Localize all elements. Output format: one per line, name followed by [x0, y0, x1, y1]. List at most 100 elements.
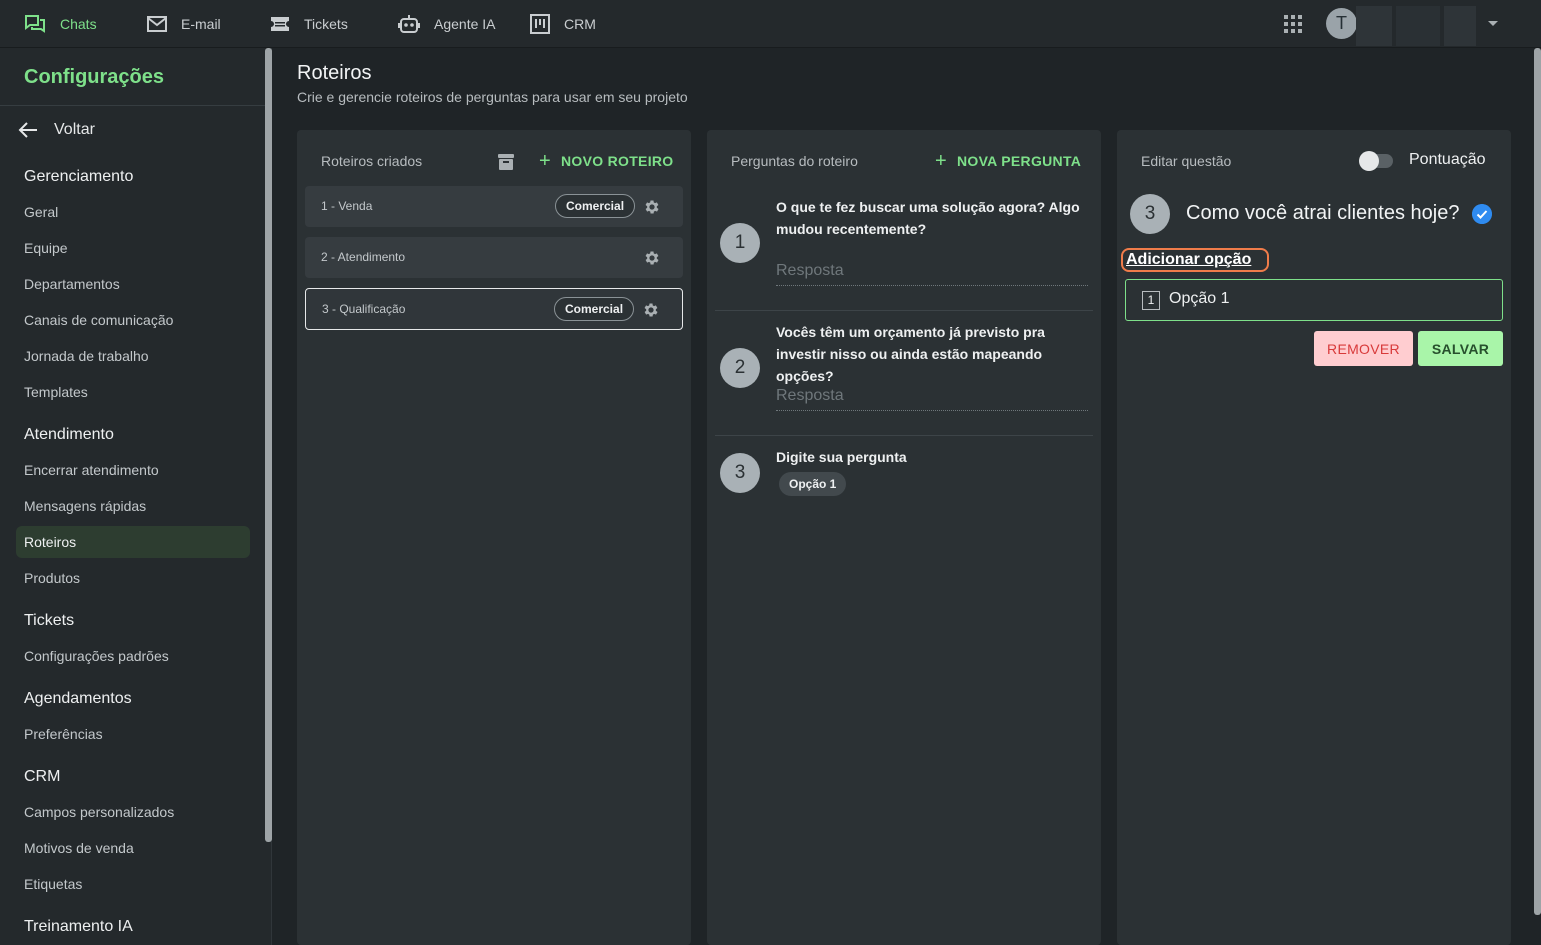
section-tickets: Tickets: [24, 612, 75, 629]
nav-email-label: E-mail: [181, 16, 221, 32]
divider: [715, 310, 1093, 311]
sidebar-item-etiquetas[interactable]: Etiquetas: [24, 876, 82, 892]
gear-icon[interactable]: [643, 249, 661, 267]
plus-icon: +: [935, 150, 947, 172]
nav-crm-label: CRM: [564, 16, 596, 32]
back-label: Voltar: [54, 121, 95, 138]
option-field[interactable]: 1 Opção 1: [1125, 279, 1503, 321]
question-number: 3: [1130, 194, 1170, 234]
chat-icon: [25, 15, 45, 33]
roteiro-item-selected[interactable]: 3 - Qualificação Comercial: [305, 288, 683, 330]
question-number: 3: [720, 453, 760, 493]
gear-icon[interactable]: [643, 198, 661, 216]
archive-icon[interactable]: [497, 153, 515, 171]
robot-icon: [398, 15, 420, 33]
nav-email[interactable]: E-mail: [147, 0, 221, 48]
sidebar-item-preferencias[interactable]: Preferências: [24, 726, 103, 742]
question-item[interactable]: 1 O que te fez buscar uma solução agora?…: [715, 196, 1093, 310]
sidebar-item-config-padroes[interactable]: Configurações padrões: [24, 648, 169, 664]
sidebar-item-departamentos[interactable]: Departamentos: [24, 276, 120, 292]
question-text: Vocês têm um orçamento já previsto pra i…: [776, 324, 1045, 384]
pontuacao-toggle[interactable]: [1359, 151, 1393, 171]
roteiro-item[interactable]: 2 - Atendimento: [305, 237, 683, 278]
back-button[interactable]: Voltar: [18, 118, 95, 142]
divider: [715, 435, 1093, 436]
sidebar-item-equipe[interactable]: Equipe: [24, 240, 68, 256]
chevron-down-icon[interactable]: [1488, 21, 1498, 26]
nova-pergunta-button[interactable]: + NOVA PERGUNTA: [935, 150, 1082, 172]
nova-pergunta-label: NOVA PERGUNTA: [956, 153, 1082, 169]
novo-roteiro-label: NOVO ROTEIRO: [560, 153, 674, 169]
toggle-knob: [1359, 151, 1379, 171]
answer-input[interactable]: Resposta: [776, 262, 1088, 286]
sidebar-item-encerrar[interactable]: Encerrar atendimento: [24, 462, 159, 478]
perguntas-header: Perguntas do roteiro: [731, 153, 858, 169]
sidebar-item-templates[interactable]: Templates: [24, 384, 88, 400]
salvar-button[interactable]: SALVAR: [1418, 331, 1503, 366]
novo-roteiro-button[interactable]: + NOVO ROTEIRO: [539, 150, 674, 172]
tag-chip: Comercial: [554, 297, 635, 321]
avatar[interactable]: T: [1326, 8, 1357, 39]
section-agendamentos: Agendamentos: [24, 690, 132, 707]
question-number: 2: [720, 348, 760, 388]
redacted-user-info: [1444, 6, 1476, 46]
sidebar-scrollbar[interactable]: [265, 48, 272, 842]
sidebar-item-roteiros[interactable]: Roteiros: [16, 526, 250, 558]
question-title[interactable]: Como você atrai clientes hoje?: [1186, 202, 1459, 225]
sidebar-title: Configurações: [24, 66, 165, 88]
arrow-left-icon: [18, 122, 37, 138]
divider: [0, 105, 266, 106]
apps-grid-icon[interactable]: [1284, 15, 1302, 33]
option-chip: Opção 1: [779, 472, 847, 496]
settings-sidebar: Configurações Voltar Gerenciamento Geral…: [0, 48, 272, 945]
editar-header: Editar questão: [1141, 153, 1232, 169]
sidebar-item-jornada[interactable]: Jornada de trabalho: [24, 348, 149, 364]
nav-tickets-label: Tickets: [304, 16, 348, 32]
roteiros-panel: Roteiros criados + NOVO ROTEIRO 1 - Vend…: [297, 130, 691, 945]
nav-chats-label: Chats: [60, 16, 97, 32]
nav-agente-ia-label: Agente IA: [434, 16, 496, 32]
sidebar-item-geral[interactable]: Geral: [24, 204, 58, 220]
answer-input[interactable]: Resposta: [776, 387, 1088, 411]
redacted-user-info: [1396, 6, 1440, 46]
nav-chats[interactable]: Chats: [24, 0, 97, 48]
kanban-icon: [530, 14, 550, 34]
section-crm: CRM: [24, 768, 61, 785]
plus-icon: +: [539, 150, 551, 172]
option-text[interactable]: Opção 1: [1169, 290, 1229, 308]
nav-tickets[interactable]: Tickets: [270, 0, 348, 48]
question-item[interactable]: 3 Digite sua pergunta Opção 1: [715, 446, 1093, 506]
top-navigation-bar: Chats E-mail Tickets Agente IA CRM T: [0, 0, 1541, 48]
perguntas-panel: Perguntas do roteiro + NOVA PERGUNTA 1 O…: [707, 130, 1101, 945]
roteiro-label: 2 - Atendimento: [321, 250, 406, 264]
sidebar-item-canais[interactable]: Canais de comunicação: [24, 312, 173, 328]
question-item[interactable]: 2 Vocês têm um orçamento já previsto pra…: [715, 321, 1093, 435]
page-scrollbar[interactable]: [1534, 48, 1541, 915]
roteiro-label: 1 - Venda: [321, 199, 373, 213]
sidebar-item-produtos[interactable]: Produtos: [24, 570, 80, 586]
page-title: Roteiros: [297, 62, 372, 84]
sidebar-item-campos[interactable]: Campos personalizados: [24, 804, 174, 820]
check-circle-icon[interactable]: [1472, 204, 1492, 224]
option-number: 1: [1142, 291, 1160, 310]
mail-icon: [147, 16, 167, 32]
page-subtitle: Crie e gerencie roteiros de perguntas pa…: [297, 89, 688, 105]
roteiro-item[interactable]: 1 - Venda Comercial: [305, 186, 683, 227]
adicionar-opcao-link[interactable]: Adicionar opção: [1121, 248, 1269, 272]
editar-panel: Editar questão Pontuação 3 Como você atr…: [1117, 130, 1511, 945]
section-atendimento: Atendimento: [24, 426, 114, 443]
question-text: O que te fez buscar uma solução agora? A…: [776, 199, 1080, 237]
remover-button[interactable]: REMOVER: [1314, 331, 1413, 366]
section-treinamento-ia: Treinamento IA: [24, 918, 133, 935]
roteiros-header: Roteiros criados: [321, 153, 423, 169]
gear-icon[interactable]: [642, 301, 660, 319]
roteiro-label: 3 - Qualificação: [322, 302, 406, 316]
nav-crm[interactable]: CRM: [530, 0, 596, 48]
sidebar-item-mensagens[interactable]: Mensagens rápidas: [24, 498, 146, 514]
question-number: 1: [720, 223, 760, 263]
sidebar-item-motivos[interactable]: Motivos de venda: [24, 840, 134, 856]
nav-agente-ia[interactable]: Agente IA: [398, 0, 496, 48]
section-gerenciamento: Gerenciamento: [24, 168, 134, 185]
question-text: Digite sua pergunta: [776, 449, 907, 465]
pontuacao-label: Pontuação: [1409, 151, 1486, 168]
